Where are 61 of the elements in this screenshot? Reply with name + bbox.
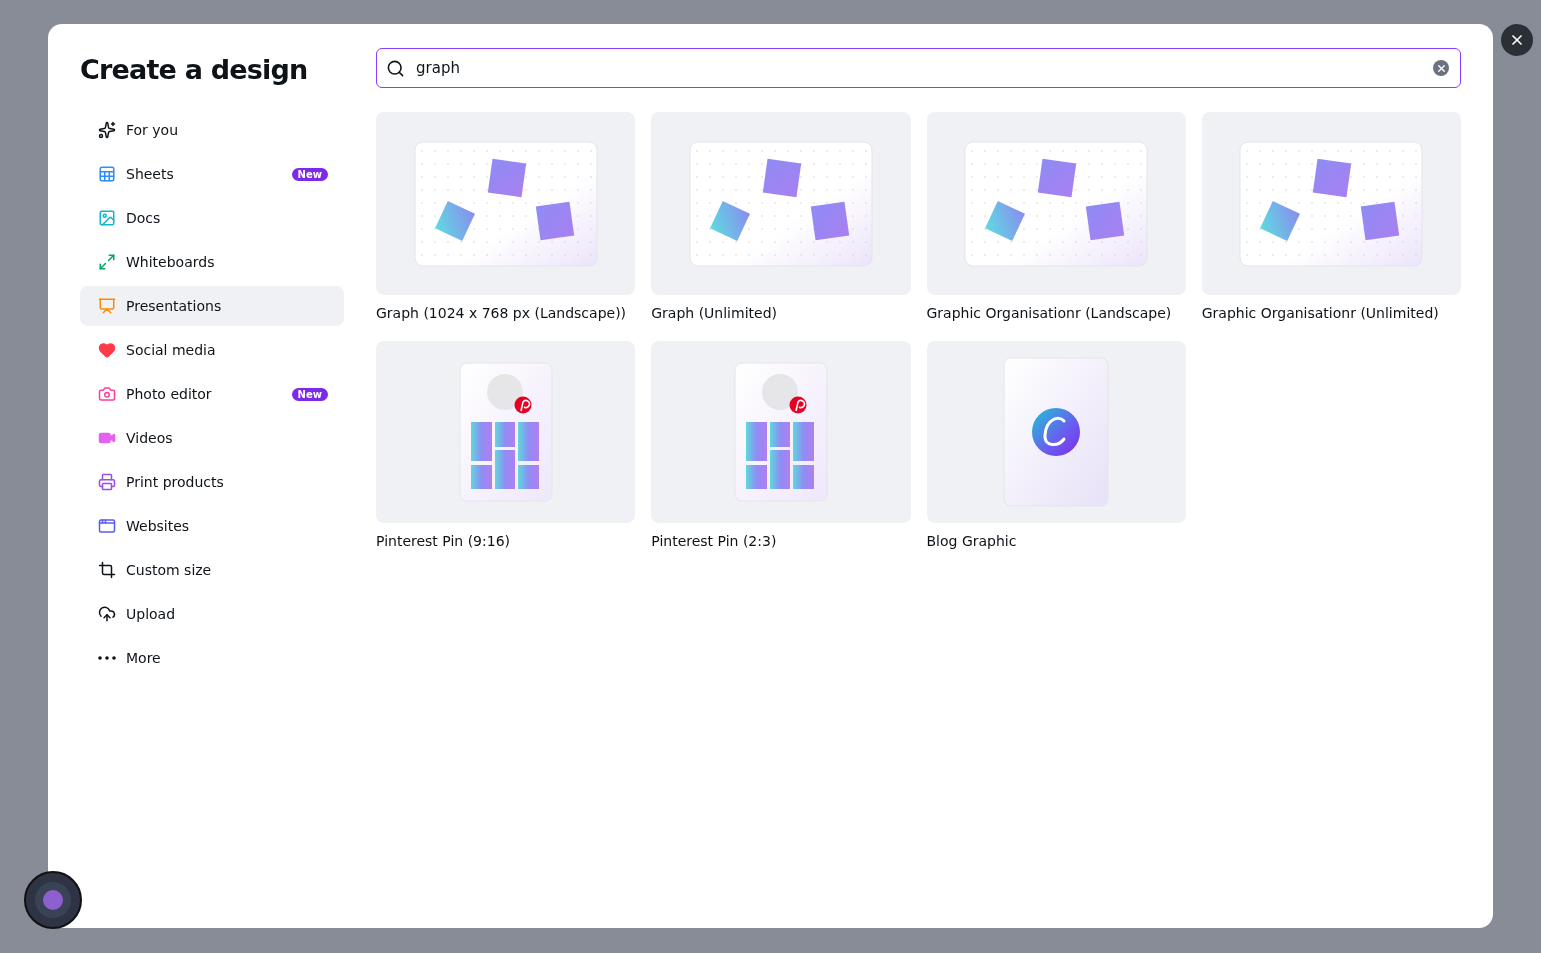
sparkles-icon [98,121,116,139]
sidebar-item-label: Sheets [126,166,175,182]
heart-icon [98,341,116,359]
sidebar-item-label: Photo editor [126,386,213,402]
close-icon [1435,62,1447,74]
close-icon [1509,32,1525,48]
sidebar-item-label: Websites [126,518,191,534]
sidebar-item-label: Social media [126,342,217,358]
sidebar-item-label: Upload [126,606,177,622]
sidebar-item-label: Whiteboards [126,254,216,270]
new-badge: New [291,167,328,181]
sidebar-item[interactable]: Custom size [80,550,344,590]
sidebar-item-label: Docs [126,210,162,226]
close-button[interactable] [1501,24,1533,56]
template-thumbnail[interactable] [376,112,636,295]
template-thumbnail[interactable] [926,341,1186,523]
sidebar-item-label: Custom size [126,562,213,578]
more-icon [98,656,116,660]
template-thumbnail[interactable] [1201,112,1461,295]
picture-icon [98,209,116,227]
search-field[interactable]: graph [376,48,1461,88]
sidebar-item[interactable]: Photo editor New [80,374,344,414]
template-title[interactable]: Graph (1024 x 768 px (Landscape)) [376,305,636,321]
expand-icon [98,253,116,271]
record-button[interactable] [24,871,82,929]
cloud-upload-icon [98,605,116,623]
template-title[interactable]: Blog Graphic [926,533,1186,549]
sidebar-item[interactable]: Upload [80,594,344,634]
template-title[interactable]: Graphic Organisationr (Unlimited) [1201,305,1461,321]
dialog-title: Create a design [80,53,309,87]
resize-icon [98,561,116,579]
sidebar-item[interactable]: Print products [80,462,344,502]
sidebar-item[interactable]: Websites [80,506,344,546]
sidebar-item[interactable]: Presentations [80,286,344,326]
sidebar-item-label: Videos [126,430,174,446]
template-title[interactable]: Pinterest Pin (2:3) [651,533,911,549]
sidebar-item[interactable]: Docs [80,198,344,238]
sidebar-item-label: For you [126,122,180,138]
template-title[interactable]: Graphic Organisationr (Landscape) [926,305,1186,321]
presentation-icon [98,297,116,315]
template-thumbnail[interactable] [926,112,1186,295]
sidebar-item[interactable]: Videos [80,418,344,458]
template-thumbnail[interactable] [651,112,911,295]
printer-icon [98,473,116,491]
search-icon [386,59,405,78]
sidebar-item[interactable]: Social media [80,330,344,370]
sidebar-item[interactable]: More [80,638,344,678]
template-thumbnail[interactable] [376,341,636,523]
sidebar-item[interactable]: Whiteboards [80,242,344,282]
sidebar-item[interactable]: For you [80,110,344,150]
sidebar-item[interactable]: Sheets New [80,154,344,194]
template-title[interactable]: Pinterest Pin (9:16) [376,533,636,549]
template-thumbnail[interactable] [651,341,911,523]
sidebar-item-label: Print products [126,474,225,490]
template-title[interactable]: Graph (Unlimited) [651,305,911,321]
sidebar-item-label: More [126,650,162,666]
new-badge: New [291,387,328,401]
browser-icon [98,517,116,535]
grid-icon [98,165,116,183]
camera-icon [98,385,116,403]
sidebar-item-label: Presentations [126,298,223,314]
